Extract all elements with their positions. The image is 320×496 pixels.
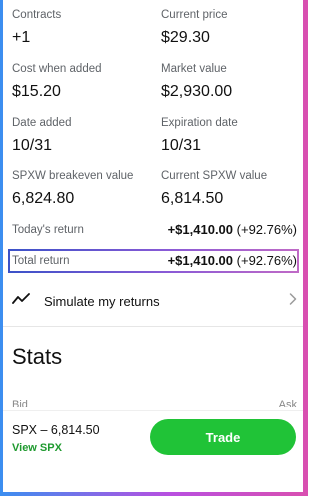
chevron-right-icon [289, 292, 297, 310]
detail-expiration-date: Expiration date 10/31 [161, 116, 301, 156]
detail-value: 6,814.50 [161, 190, 224, 207]
detail-value: $2,930.00 [161, 83, 233, 100]
total-return-amount: +$1,410.00 [167, 253, 234, 268]
detail-label: Current SPXW value [161, 170, 268, 182]
todays-return-percent: (+92.76%) [236, 222, 297, 237]
detail-value: 6,824.80 [12, 190, 75, 207]
detail-current-price: Current price $29.30 [161, 8, 301, 48]
detail-label: Expiration date [161, 117, 238, 129]
trend-line-icon [12, 292, 30, 310]
todays-return-amount: +$1,410.00 [167, 222, 234, 237]
detail-value: 10/31 [161, 137, 202, 154]
stats-peek: Bid Ask [12, 399, 297, 407]
detail-label: Date added [12, 117, 72, 129]
detail-date-added: Date added 10/31 [12, 116, 152, 156]
detail-label: Cost when added [12, 63, 102, 75]
bottom-bar: SPX – 6,814.50 View SPX Trade [3, 410, 303, 492]
stats-peek-text-left: Bid [12, 399, 28, 407]
simulate-returns-row[interactable]: Simulate my returns [12, 286, 297, 316]
detail-value: $29.30 [161, 29, 210, 46]
total-return-value: +$1,410.00 (+92.76%) [168, 253, 297, 268]
simulate-returns-label: Simulate my returns [44, 293, 160, 309]
trade-button[interactable]: Trade [150, 419, 296, 455]
underlying-price: SPX – 6,814.50 [12, 423, 100, 437]
detail-current-spxw-value: Current SPXW value 6,814.50 [161, 169, 301, 209]
total-return-percent: (+92.76%) [236, 253, 297, 268]
detail-cost-when-added: Cost when added $15.20 [12, 62, 152, 102]
position-details-panel: Contracts +1 Current price $29.30 Cost w… [3, 0, 303, 492]
detail-value: +1 [12, 29, 31, 46]
detail-label: Current price [161, 9, 228, 21]
detail-market-value: Market value $2,930.00 [161, 62, 301, 102]
detail-value: 10/31 [12, 137, 53, 154]
todays-return-label: Today's return [12, 223, 84, 236]
detail-contracts: Contracts +1 [12, 8, 152, 48]
stats-peek-text-right: Ask [278, 399, 297, 407]
total-return-row: Total return +$1,410.00 (+92.76%) [12, 253, 297, 268]
stats-heading: Stats [12, 344, 63, 369]
detail-label: SPXW breakeven value [12, 170, 134, 182]
detail-label: Market value [161, 63, 227, 75]
total-return-label: Total return [12, 254, 70, 267]
todays-return-value: +$1,410.00 (+92.76%) [168, 222, 297, 237]
view-spx-link[interactable]: View SPX [12, 442, 62, 454]
detail-breakeven-value: SPXW breakeven value 6,824.80 [12, 169, 152, 209]
todays-return-row: Today's return +$1,410.00 (+92.76%) [12, 222, 297, 237]
detail-label: Contracts [12, 9, 62, 21]
detail-value: $15.20 [12, 83, 61, 100]
section-divider [3, 326, 303, 327]
